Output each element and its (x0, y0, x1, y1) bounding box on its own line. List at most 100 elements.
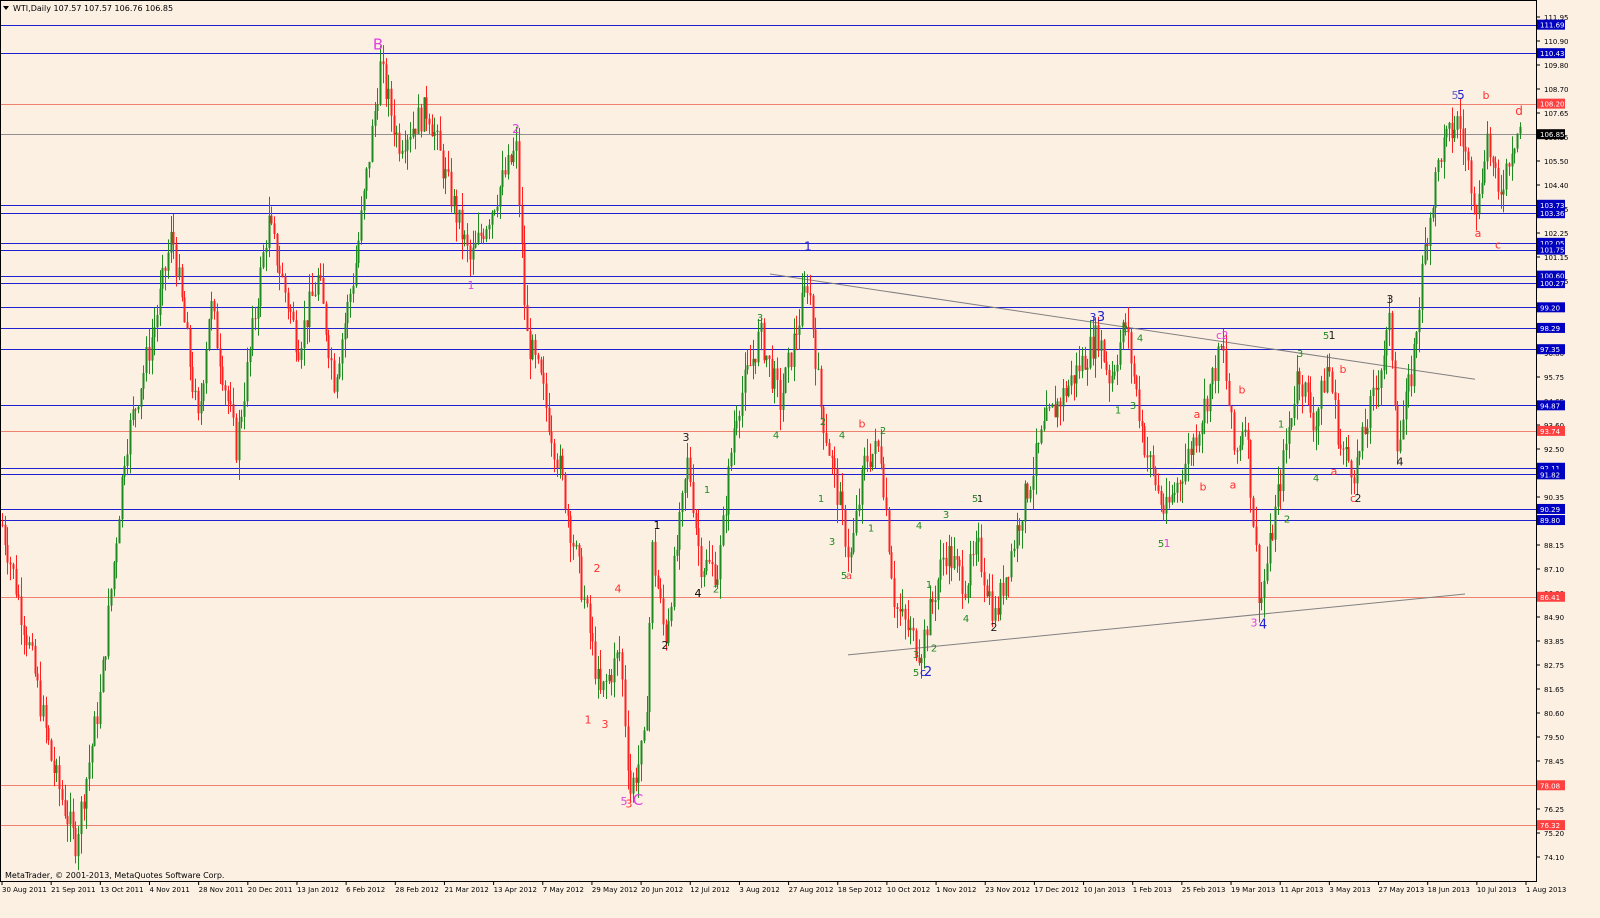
candle-body (561, 455, 564, 475)
wave-label: 4 (695, 587, 702, 600)
candle-body (1149, 455, 1152, 458)
candle-body (1481, 182, 1484, 194)
wave-label: 1 (585, 714, 592, 727)
candle-body (801, 292, 804, 326)
candle-body (841, 491, 844, 510)
candle-body (455, 195, 458, 223)
candle-body (1086, 367, 1089, 370)
candle-body (782, 392, 785, 410)
candle-body (401, 150, 404, 154)
candle-body (172, 231, 175, 245)
candle-body (240, 416, 243, 422)
candle-body (836, 468, 839, 505)
candle-body (1258, 544, 1261, 603)
candle-body (9, 562, 12, 565)
candle-body (374, 111, 377, 126)
candle-body (896, 607, 899, 609)
wave-label: 2 (1284, 514, 1290, 525)
candle-body (330, 358, 333, 361)
x-tick-label: 17 Dec 2012 (1034, 886, 1079, 894)
candle-body (1013, 548, 1016, 552)
candle-body (550, 432, 553, 444)
candle-body (719, 545, 722, 580)
candle-body (847, 546, 850, 558)
candle-body (219, 348, 222, 367)
candle-body (980, 537, 983, 573)
candle-body (493, 210, 496, 213)
candle-body (1492, 157, 1495, 163)
wave-label: 3 (1090, 311, 1097, 324)
price-chart[interactable]: B21241 353 C1234123412134b215a431235 c25142… (0, 0, 1600, 914)
candle-body (1094, 325, 1097, 359)
candle-body (1315, 426, 1318, 431)
candle-body (529, 331, 532, 360)
candle-body (1312, 412, 1315, 431)
candle-body (605, 680, 608, 682)
candle-body (1377, 387, 1380, 390)
candle-body (1116, 364, 1119, 372)
candle-body (213, 301, 216, 312)
wave-label: 3 (602, 718, 609, 731)
candle-body (1184, 463, 1187, 482)
candle-body (730, 452, 733, 467)
candle-body (80, 801, 83, 835)
candle-body (556, 459, 559, 469)
candle-body (289, 308, 292, 312)
candle-body (542, 372, 545, 384)
candle-body (327, 334, 330, 359)
x-tick-label: 27 May 2013 (1379, 886, 1425, 894)
candle-body (216, 311, 219, 349)
candle-body (1282, 450, 1285, 492)
candle-body (1018, 525, 1021, 531)
candle-body (442, 150, 445, 179)
candle-body (1418, 309, 1421, 333)
candle-body (1035, 443, 1038, 476)
candle-body (66, 816, 69, 825)
candle-body (197, 390, 200, 414)
candle-body (15, 568, 18, 595)
candle-body (232, 404, 235, 418)
candle-body (798, 325, 801, 335)
x-tick-label: 7 May 2012 (543, 886, 584, 894)
candle-body (1045, 407, 1048, 421)
candle-body (866, 455, 869, 462)
candle-body (1464, 146, 1467, 152)
candle-body (1475, 205, 1478, 215)
candle-body (4, 524, 7, 545)
x-tick-label: 13 Oct 2011 (100, 886, 143, 894)
candle-body (991, 591, 994, 621)
copyright-footer: MetaTrader, © 2001-2013, MetaQuotes Soft… (5, 871, 224, 880)
candle-body (637, 764, 640, 783)
x-tick-label: 18 Jun 2013 (1428, 886, 1470, 894)
candle-body (72, 811, 75, 828)
candle-body (858, 504, 861, 511)
candle-body (1228, 380, 1231, 406)
candle-body (882, 463, 885, 498)
candle-body (771, 358, 774, 389)
candle-body (1119, 342, 1122, 365)
candle-body (1274, 506, 1277, 540)
candle-body (132, 409, 135, 420)
candle-body (692, 482, 695, 513)
candle-body (170, 231, 173, 253)
wave-label: 1 (654, 519, 661, 532)
candle-body (686, 457, 689, 480)
candle-body (931, 598, 934, 603)
y-tick-label: 92.50 (1544, 446, 1564, 454)
candle-body (997, 608, 1000, 615)
candle-body (466, 234, 469, 246)
candle-body (820, 368, 823, 408)
candle-body (1366, 428, 1369, 435)
x-tick-label: 3 May 2013 (1329, 886, 1370, 894)
wave-label: b (1239, 383, 1246, 396)
candle-body (1002, 582, 1005, 596)
candle-body (627, 726, 630, 771)
candle-body (461, 209, 464, 240)
x-tick-label: 21 Sep 2011 (51, 886, 95, 894)
candle-body (779, 379, 782, 410)
candle-body (564, 474, 567, 510)
candle-body (110, 589, 113, 606)
candle-body (806, 286, 809, 294)
candle-body (64, 799, 67, 817)
candle-body (472, 247, 475, 260)
